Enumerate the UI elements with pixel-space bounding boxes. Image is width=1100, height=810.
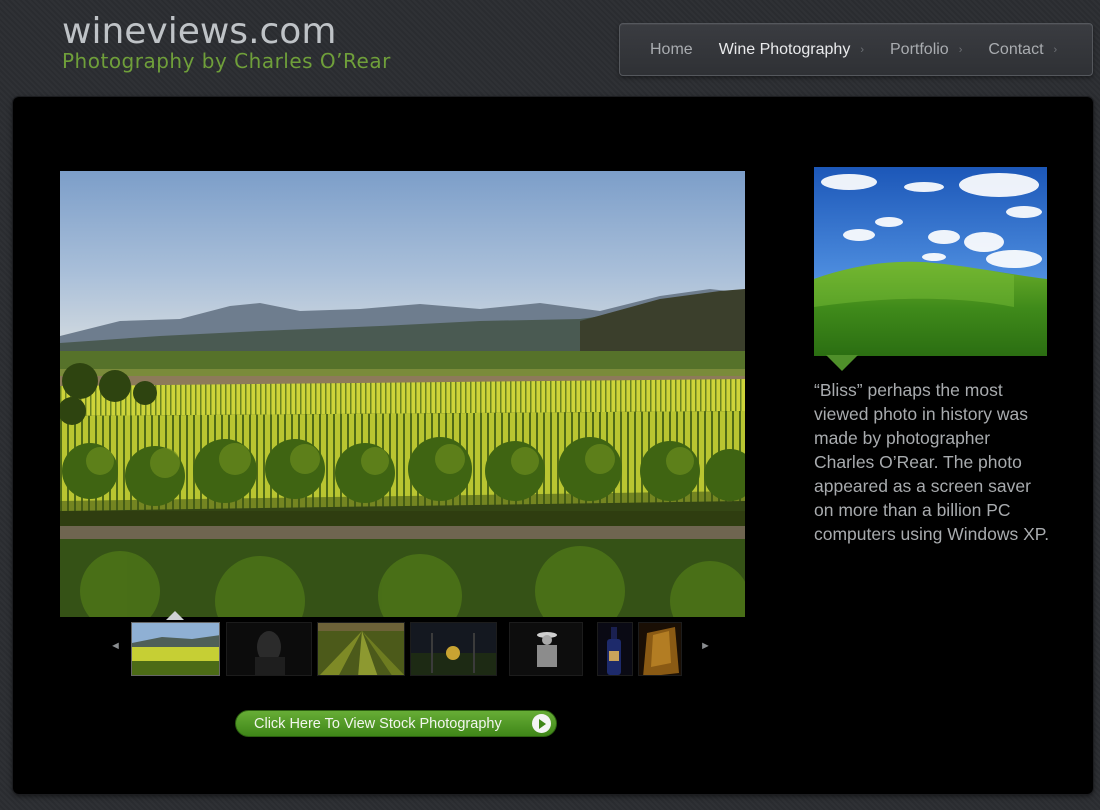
nav-item-portfolio[interactable]: Portfolio › [890,41,962,59]
nav-item-home[interactable]: Home [650,41,693,59]
next-arrow-icon[interactable]: ► [700,640,711,652]
site-title: wineviews.com [62,11,337,52]
nav-item-label: Portfolio [890,40,949,58]
caption-pointer [826,355,858,371]
view-stock-photography-button[interactable]: Click Here To View Stock Photography [235,710,557,737]
thumbnail-vineyard-landscape[interactable] [131,622,220,676]
thumbnail-vineyard-night[interactable] [410,622,497,676]
thumbnail-dark-portrait[interactable] [226,622,312,676]
stock-button-label: Click Here To View Stock Photography [254,715,502,732]
bliss-photo[interactable] [814,167,1047,356]
featured-photo[interactable] [60,171,745,617]
nav-item-label: Wine Photography [718,40,851,58]
thumbnail-man-in-hat[interactable] [509,622,583,676]
nav-item-wine-photography[interactable]: Wine Photography › [719,41,864,59]
play-arrow-icon [532,714,551,733]
site-logo[interactable]: wineviews.com Photography by Charles O’R… [62,11,391,73]
thumbnail-wine-bottle[interactable] [597,622,633,676]
bliss-caption: “Bliss” perhaps the most viewed photo in… [814,380,1050,544]
previous-arrow-icon[interactable]: ◄ [110,640,121,652]
thumbnail-vineyard-rows[interactable] [317,622,405,676]
main-nav: Home Wine Photography › Portfolio › Cont… [619,23,1093,76]
chevron-right-icon: › [958,43,963,56]
site-subtitle: Photography by Charles O’Rear [62,49,391,73]
chevron-right-icon: › [1053,43,1058,56]
nav-item-label: Contact [988,40,1044,58]
nav-item-label: Home [650,40,693,58]
selected-thumb-indicator [166,611,184,620]
chevron-right-icon: › [860,43,864,56]
thumbnail-wine-glass[interactable] [638,622,682,676]
nav-item-contact[interactable]: Contact › [988,41,1057,59]
content-panel: ◄ ► Click Here To View Stock Photography [13,97,1093,794]
